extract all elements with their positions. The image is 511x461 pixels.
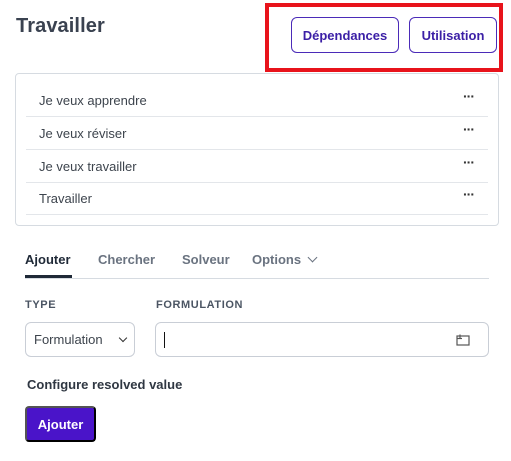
list-item-label: Je veux apprendre [39,92,147,108]
tab-ajouter[interactable]: Ajouter [25,252,71,267]
chevron-down-icon [307,252,318,263]
list-item[interactable]: Travailler ··· [26,182,488,215]
dependencies-button[interactable]: Dépendances [291,17,399,53]
intent-list: Je veux apprendre ··· Je veux réviser ··… [15,73,499,226]
text-caret [164,332,165,348]
list-item-label: Je veux travailler [39,158,137,174]
expand-field-icon[interactable] [456,334,470,346]
add-button[interactable]: Ajouter [25,406,96,442]
list-item[interactable]: Je veux travailler ··· [26,150,488,183]
tab-solveur[interactable]: Solveur [182,252,230,267]
type-label: TYPE [25,299,57,311]
list-item-label: Je veux réviser [39,125,127,141]
list-item-label: Travailler [39,190,92,206]
more-options-icon[interactable]: ··· [463,89,475,103]
list-item[interactable]: Je veux apprendre ··· [26,84,488,117]
usage-button[interactable]: Utilisation [409,17,497,53]
tab-bar: Ajouter Chercher Solveur Options [25,245,489,279]
active-tab-indicator [25,275,72,278]
type-select[interactable]: Formulation [25,322,135,357]
tab-chercher[interactable]: Chercher [98,252,155,267]
formulation-label: FORMULATION [156,299,244,311]
configure-resolved-value-label: Configure resolved value [27,377,183,392]
formulation-input[interactable] [155,322,489,357]
tab-options-label: Options [252,252,302,267]
more-options-icon[interactable]: ··· [463,122,475,136]
more-options-icon[interactable]: ··· [463,187,475,201]
type-select-value: Formulation [34,332,103,347]
page-title: Travailler [16,15,105,37]
chevron-down-icon [118,333,128,343]
list-item[interactable]: Je veux réviser ··· [26,117,488,150]
tab-options[interactable]: Options [252,252,318,267]
more-options-icon[interactable]: ··· [463,155,475,169]
